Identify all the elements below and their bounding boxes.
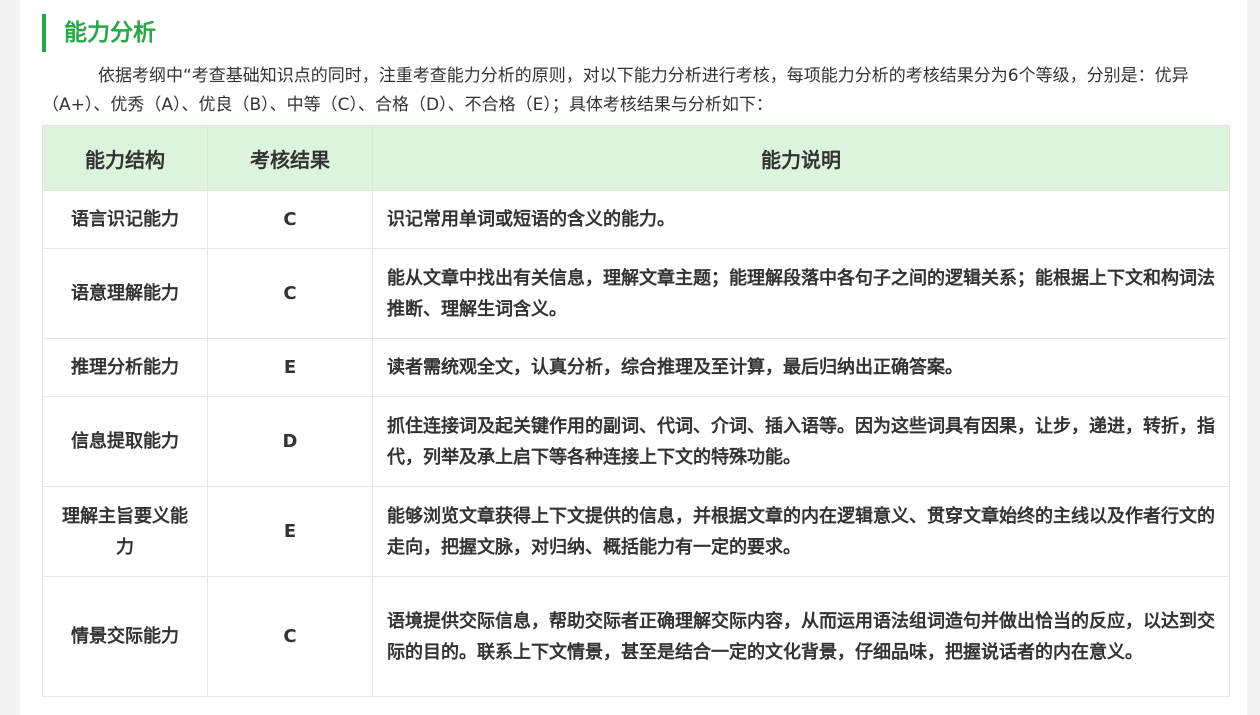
header-desc: 能力说明 [372,125,1230,191]
cell-desc: 读者需统观全文，认真分析，综合推理及至计算，最后归纳出正确答案。 [372,338,1230,397]
cell-result: E [207,486,373,577]
cell-desc: 能从文章中找出有关信息，理解文章主题；能理解段落中各句子之间的逻辑关系；能根据上… [372,248,1230,339]
cell-structure: 语言识记能力 [42,190,208,249]
section-title: 能力分析 [42,14,156,52]
ability-table: 能力结构 考核结果 能力说明 语言识记能力 C 识记常用单词或短语的含义的能力。… [42,125,1230,697]
table-row: 语言识记能力 C 识记常用单词或短语的含义的能力。 [42,190,1230,249]
cell-desc: 能够浏览文章获得上下文提供的信息，并根据文章的内在逻辑意义、贯穿文章始终的主线以… [372,486,1230,577]
content-card: 能力分析 依据考纲中“考查基础知识点的同时，注重考查能力分析的原则，对以下能力分… [20,0,1247,715]
cell-result: E [207,338,373,397]
cell-desc: 识记常用单词或短语的含义的能力。 [372,190,1230,249]
table-row: 情景交际能力 C 语境提供交际信息，帮助交际者正确理解交际内容，从而运用语法组词… [42,576,1230,697]
cell-result: C [207,190,373,249]
intro-paragraph: 依据考纲中“考查基础知识点的同时，注重考查能力分析的原则，对以下能力分析进行考核… [42,66,1189,115]
cell-structure: 理解主旨要义能力 [42,486,208,577]
cell-structure: 语意理解能力 [42,248,208,339]
cell-result: D [207,396,373,487]
cell-desc: 抓住连接词及起关键作用的副词、代词、介词、插入语等。因为这些词具有因果，让步，递… [372,396,1230,487]
cell-structure: 信息提取能力 [42,396,208,487]
table-row: 信息提取能力 D 抓住连接词及起关键作用的副词、代词、介词、插入语等。因为这些词… [42,396,1230,487]
cell-structure: 推理分析能力 [42,338,208,397]
header-result: 考核结果 [207,125,373,191]
cell-result: C [207,576,373,697]
cell-structure: 情景交际能力 [42,576,208,697]
table-row: 语意理解能力 C 能从文章中找出有关信息，理解文章主题；能理解段落中各句子之间的… [42,248,1230,339]
table-row: 推理分析能力 E 读者需统观全文，认真分析，综合推理及至计算，最后归纳出正确答案… [42,338,1230,397]
table-row: 理解主旨要义能力 E 能够浏览文章获得上下文提供的信息，并根据文章的内在逻辑意义… [42,486,1230,577]
table-header-row: 能力结构 考核结果 能力说明 [42,125,1230,191]
cell-result: C [207,248,373,339]
header-structure: 能力结构 [42,125,208,191]
cell-desc: 语境提供交际信息，帮助交际者正确理解交际内容，从而运用语法组词造句并做出恰当的反… [372,576,1230,697]
